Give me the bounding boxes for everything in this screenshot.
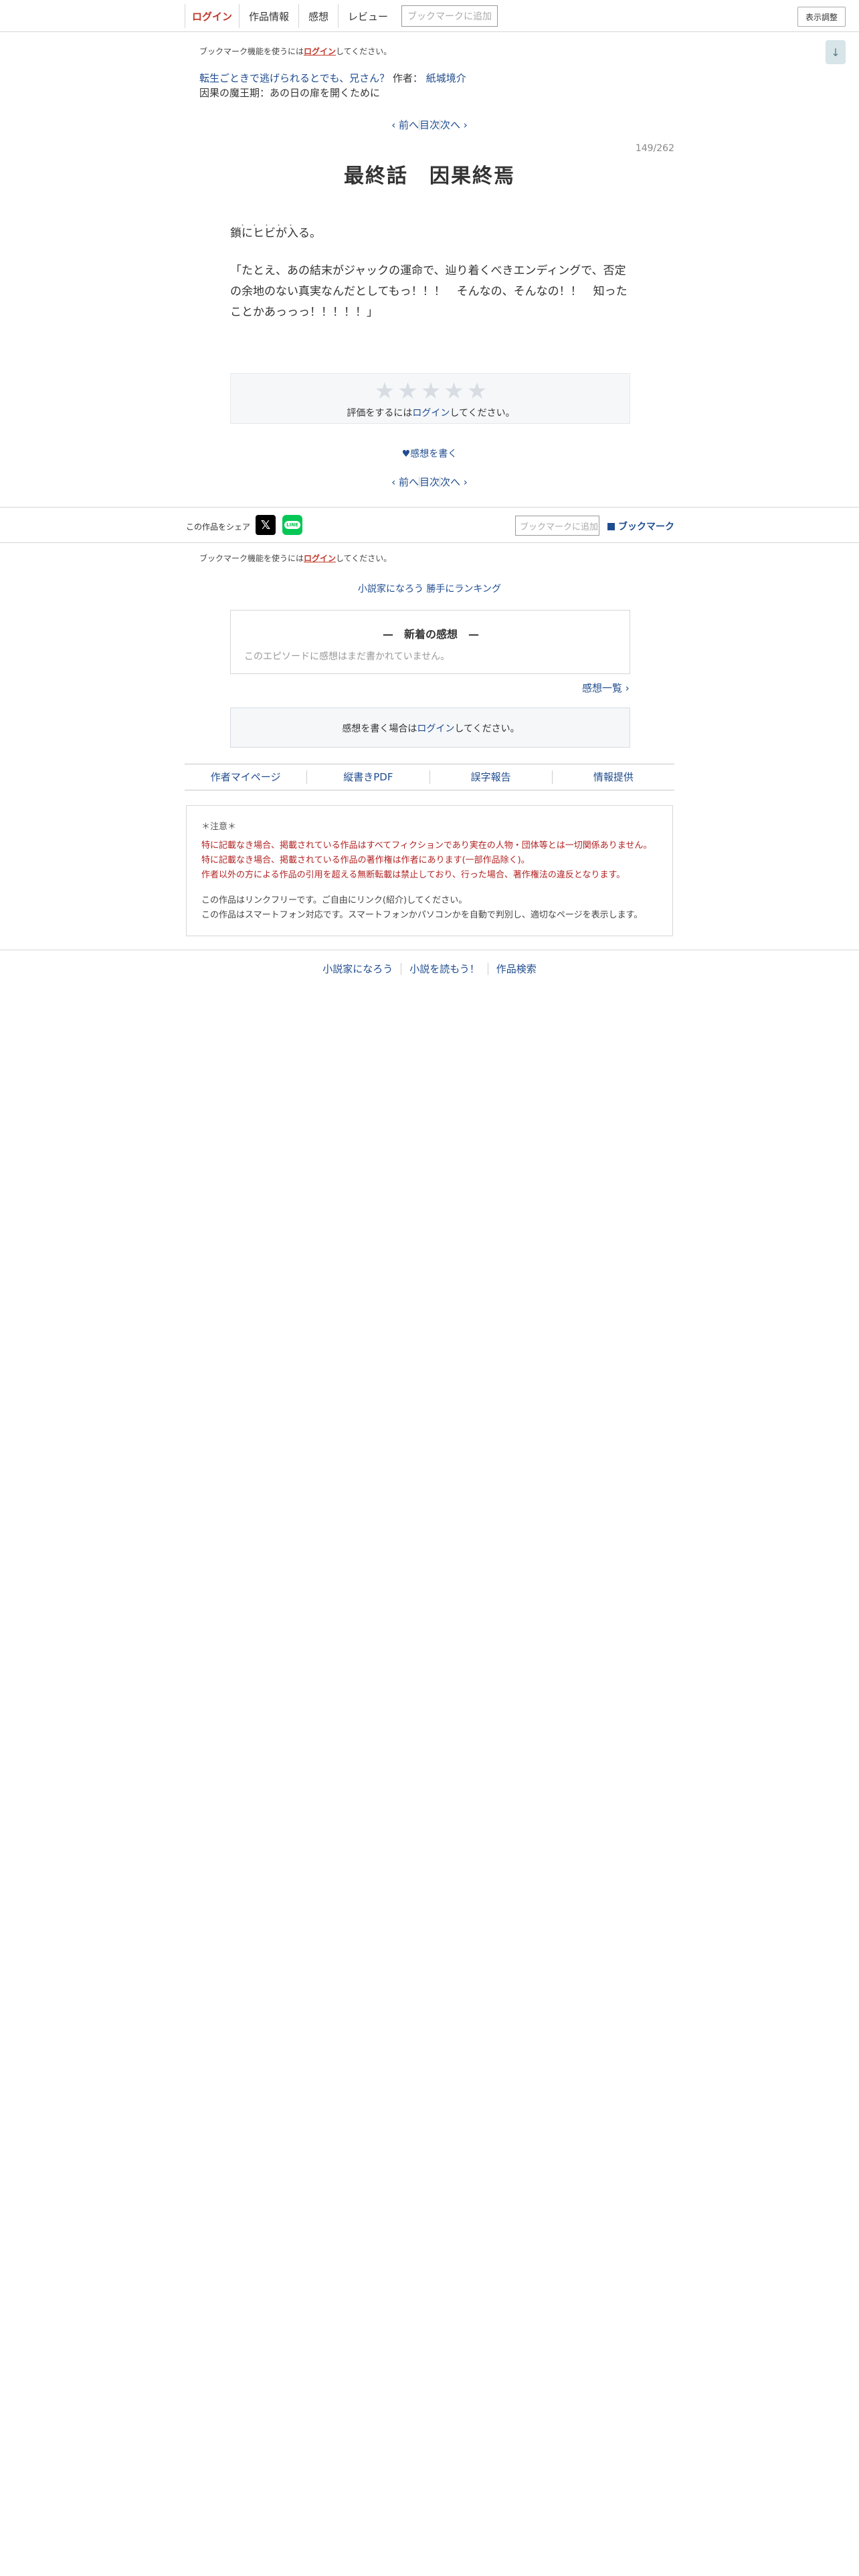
footer-syosetu-link[interactable]: 小説家になろう [314,962,401,976]
vertical-pdf-link[interactable]: 縦書きPDF [307,770,430,784]
nav-work-info-link[interactable]: 作品情報 [240,4,300,28]
next-link[interactable]: 次へ › [440,118,468,132]
bookmark-icon [607,522,615,530]
write-impression-login-link[interactable]: ログイン [417,724,454,734]
bookmark-notice-login-link[interactable]: ログイン [304,47,336,56]
page: ログイン 作品情報 感想 レビュー ブックマークに追加 表示調整 ↓ ブックマー… [0,0,859,2576]
x-share-icon[interactable]: 𝕏 [256,515,276,535]
smartphone-text: この作品はスマートフォン対応です。スマートフォンかパソコンかを自動で判別し、適切… [201,910,643,920]
episode-title: 最終話 因果終焉 [344,165,515,188]
star-icon[interactable]: ★ [444,379,464,403]
write-impression-link[interactable]: ♥感想を書く [0,447,859,460]
caution-text: 作者以外の方による作品の引用を超える無断転載は禁止しており、行った場合、著作権法… [201,870,626,880]
bookmark-notice: ブックマーク機能を使うにはログインしてください。 [199,47,392,56]
write-impression-login-notice: 感想を書く場合はログインしてください。 [342,724,520,734]
line-logo-text: LINE [284,521,300,529]
nav-impressions-link[interactable]: 感想 [299,4,339,28]
nav-left: ログイン 作品情報 感想 レビュー ブックマークに追加 [185,4,498,28]
author-link[interactable]: 紙城境介 [426,72,466,84]
next-link[interactable]: 次へ › [440,475,468,489]
display-settings-button[interactable]: 表示調整 [797,7,846,27]
author-label: 作者： [392,72,423,84]
arrow-down-icon: ↓ [831,45,840,59]
nav-review-link[interactable]: レビュー [339,4,397,28]
bookmark-link[interactable]: ブックマーク [607,520,674,533]
nav-bookmark-add-button[interactable]: ブックマークに追加 [401,5,498,27]
caution-text: 特に記載なき場合、掲載されている作品はすべてフィクションであり実在の人物・団体等… [201,841,652,851]
impression-list-link[interactable]: 感想一覧 › [582,681,630,695]
ranking-link[interactable]: 小説家になろう 勝手にランキング [0,582,859,595]
site-footer: 小説家になろう 小説を読もう！ 作品検索 [0,962,859,976]
toc-link[interactable]: 目次 [419,118,440,132]
page-number: 149/262 [635,143,674,154]
typo-report-link[interactable]: 誤字報告 [430,770,553,784]
star-icon[interactable]: ★ [421,379,441,403]
toc-link[interactable]: 目次 [419,475,440,489]
prev-link[interactable]: ‹ 前へ [391,118,419,132]
new-impressions-title: — 新着の感想 — [382,628,479,641]
write-impression-box: 感想を書く場合はログインしてください。 [230,708,630,748]
scroll-down-button[interactable]: ↓ [826,40,846,64]
rating-login-link[interactable]: ログイン [412,408,450,419]
novel-title-line: 転生ごときで逃げられるとでも、兄さん？ 作者： 紙城境介 [199,71,466,85]
star-icon[interactable]: ★ [375,379,395,403]
pager-bottom: ‹ 前へ 目次 次へ › [0,475,859,489]
body-line-1: 鎖にヒビが入る。 [230,227,321,240]
caution-box: ＊注意＊ 特に記載なき場合、掲載されている作品はすべてフィクションであり実在の人… [186,805,673,936]
star-icon[interactable]: ★ [467,379,487,403]
caution-heading: ＊注意＊ [201,822,237,832]
info-provide-link[interactable]: 情報提供 [553,770,674,784]
share-bar: この作品をシェア 𝕏 LINE ブックマークに追加 ブックマーク [0,507,859,543]
bookmark-notice-2: ブックマーク機能を使うにはログインしてください。 [199,554,392,563]
rating-stars: ★ ★ ★ ★ ★ [231,379,631,403]
no-impressions-text: このエピソードに感想はまだ書かれていません。 [244,651,450,662]
novel-title-link[interactable]: 転生ごときで逃げられるとでも、兄さん？ [199,72,389,84]
author-mypage-link[interactable]: 作者マイページ [185,770,308,784]
pager-top: ‹ 前へ 目次 次へ › [0,118,859,132]
prev-link[interactable]: ‹ 前へ [391,475,419,489]
line-share-icon[interactable]: LINE [282,515,302,535]
rating-box: ★ ★ ★ ★ ★ 評価をするにはログインしてください。 [230,373,630,424]
share-label: この作品をシェア [186,522,251,532]
star-icon[interactable]: ★ [397,379,417,403]
work-links: 作者マイページ 縦書きPDF 誤字報告 情報提供 [185,764,674,790]
nav-login-link[interactable]: ログイン [185,4,240,28]
footer-yomou-link[interactable]: 小説を読もう！ [401,962,488,976]
caution-text: 特に記載なき場合、掲載されている作品の著作権は作者にあります(一部作品除く)。 [201,855,530,865]
bookmark-notice-login-link[interactable]: ログイン [304,554,336,563]
link-free-text: この作品はリンクフリーです。ご自由にリンク(紹介)してください。 [201,895,468,905]
top-nav: ログイン 作品情報 感想 レビュー ブックマークに追加 表示調整 [0,0,859,32]
body-line-2: 「たとえ、あの結末がジャックの運命で、辿り着くべきエンディングで、否定の余地のな… [230,264,628,319]
new-impressions-box: — 新着の感想 — このエピソードに感想はまだ書かれていません。 [230,610,630,674]
share-bookmark-add-button[interactable]: ブックマークに追加 [515,516,599,536]
chapter-name: 因果の魔王期：あの日の扉を開くために [199,87,381,99]
rating-login-notice: 評価をするにはログインしてください。 [347,408,515,419]
footer-search-link[interactable]: 作品検索 [488,962,545,976]
